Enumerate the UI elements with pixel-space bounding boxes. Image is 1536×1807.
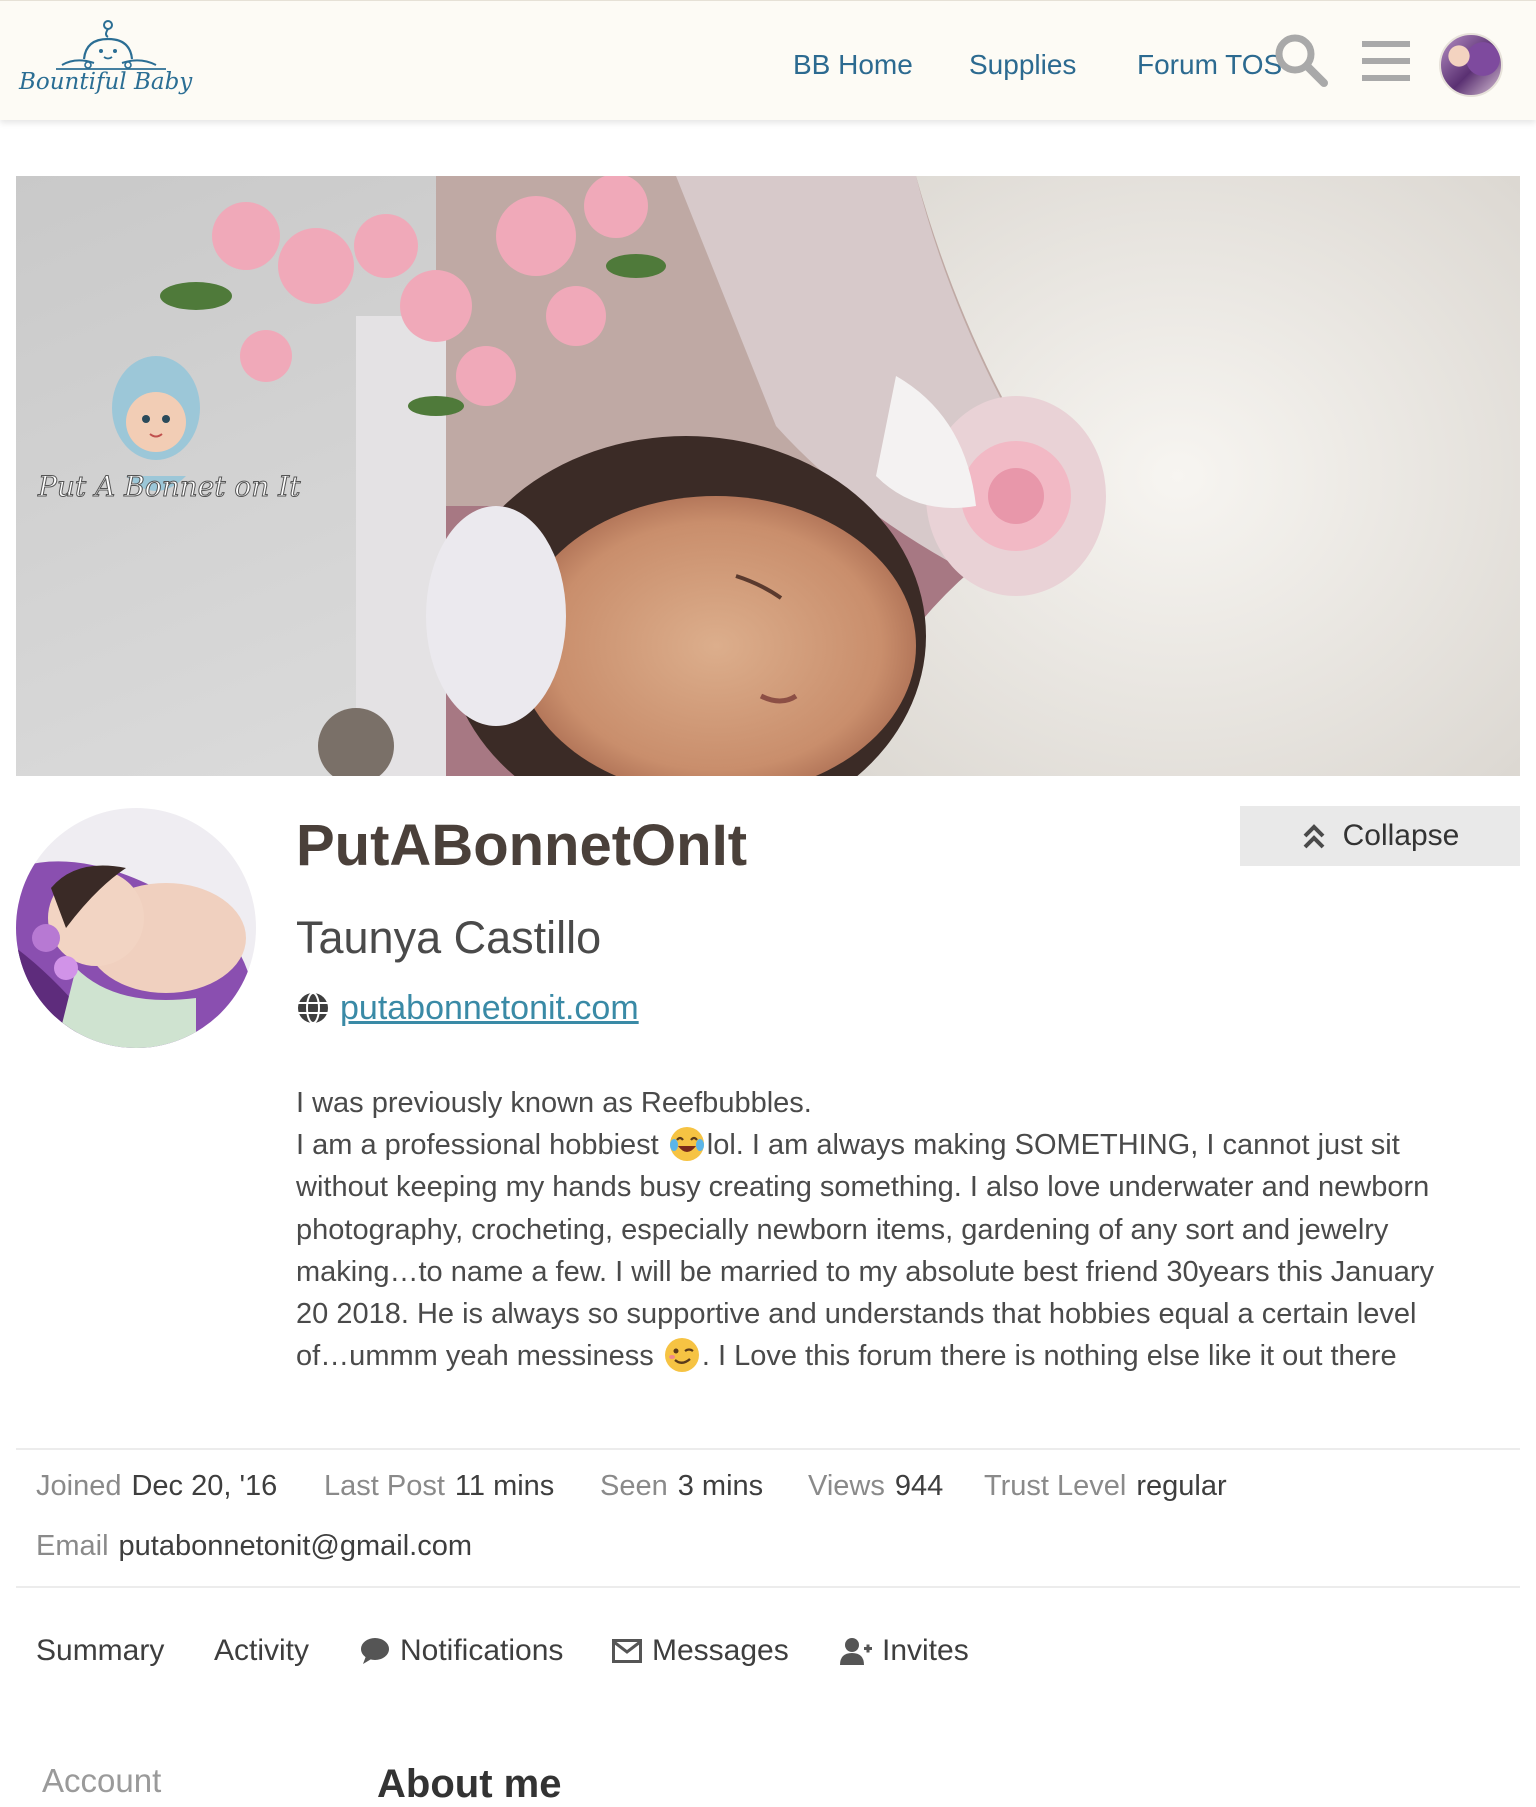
stat-trust-level: Trust Level regular	[984, 1470, 1227, 1502]
speech-bubble-icon	[361, 1638, 389, 1664]
stat-last-post: Last Post 11 mins	[324, 1470, 555, 1502]
bio-line: I am a professional hobbiest lol. I am a…	[296, 1124, 1496, 1166]
nav-supplies[interactable]: Supplies	[969, 49, 1076, 81]
stat-seen: Seen 3 mins	[600, 1470, 764, 1502]
profile-website-link[interactable]: putabonnetonit.com	[340, 989, 639, 1028]
nav-forum-tos[interactable]: Forum TOS	[1137, 49, 1282, 81]
profile-avatar	[16, 808, 256, 1048]
user-plus-icon	[840, 1638, 872, 1665]
bio-line: without keeping my hands busy creating s…	[296, 1171, 1430, 1204]
hamburger-menu-icon[interactable]	[1362, 39, 1410, 83]
stat-joined: Joined Dec 20, '16	[36, 1470, 278, 1502]
profile-banner-image: Put A Bonnet on It	[16, 176, 1520, 776]
banner-watermark-text: Put A Bonnet on It	[37, 470, 301, 503]
globe-icon	[298, 992, 328, 1024]
collapse-button[interactable]: Collapse	[1240, 806, 1520, 866]
avatar-photo	[16, 808, 256, 1048]
tab-summary[interactable]: Summary	[36, 1629, 164, 1673]
site-logo[interactable]: Bountiful Baby	[16, 19, 196, 107]
banner-photo: Put A Bonnet on It	[16, 176, 1520, 776]
tab-notifications[interactable]: Notifications	[360, 1629, 563, 1673]
nav-bb-home[interactable]: BB Home	[793, 49, 913, 81]
tab-invites[interactable]: Invites	[840, 1629, 969, 1673]
bio-line: photography, crocheting, especially newb…	[296, 1213, 1389, 1246]
tab-messages-label: Messages	[652, 1634, 789, 1667]
double-chevron-up-icon	[1303, 824, 1325, 849]
winking-face-emoji-icon	[664, 1338, 699, 1373]
sidebar-item-account[interactable]: Account	[42, 1762, 161, 1800]
logo-text: Bountiful Baby	[19, 69, 193, 95]
bio-line: 20 2018. He is always so supportive and …	[296, 1298, 1417, 1331]
bio-line: making…to name a few. I will be married …	[296, 1255, 1434, 1288]
tears-of-joy-emoji-icon	[669, 1127, 704, 1162]
profile-full-name: Taunya Castillo	[296, 912, 602, 963]
stat-email: Email putabonnetonit@gmail.com	[36, 1530, 472, 1562]
divider	[16, 1586, 1520, 1588]
tab-invites-label: Invites	[882, 1634, 969, 1667]
bio-line: of…ummm yeah messiness . I Love this for…	[296, 1335, 1496, 1377]
tab-messages[interactable]: Messages	[612, 1629, 789, 1673]
site-header: Bountiful Baby BB Home Supplies Forum TO…	[0, 0, 1536, 120]
envelope-icon	[612, 1639, 642, 1663]
tab-activity[interactable]: Activity	[214, 1629, 309, 1673]
profile-username: PutABonnetOnIt	[296, 813, 748, 878]
profile-bio: I was previously known as Reefbubbles. I…	[296, 1082, 1496, 1377]
bio-line: I was previously known as Reefbubbles.	[296, 1087, 812, 1119]
about-me-heading: About me	[377, 1762, 562, 1806]
divider	[16, 1448, 1520, 1450]
search-icon[interactable]	[1272, 31, 1330, 89]
profile-website-row: putabonnetonit.com	[296, 985, 639, 1031]
stat-views: Views 944	[808, 1470, 944, 1502]
user-avatar[interactable]	[1439, 33, 1503, 97]
tab-notifications-label: Notifications	[400, 1634, 564, 1667]
collapse-label: Collapse	[1342, 819, 1460, 852]
